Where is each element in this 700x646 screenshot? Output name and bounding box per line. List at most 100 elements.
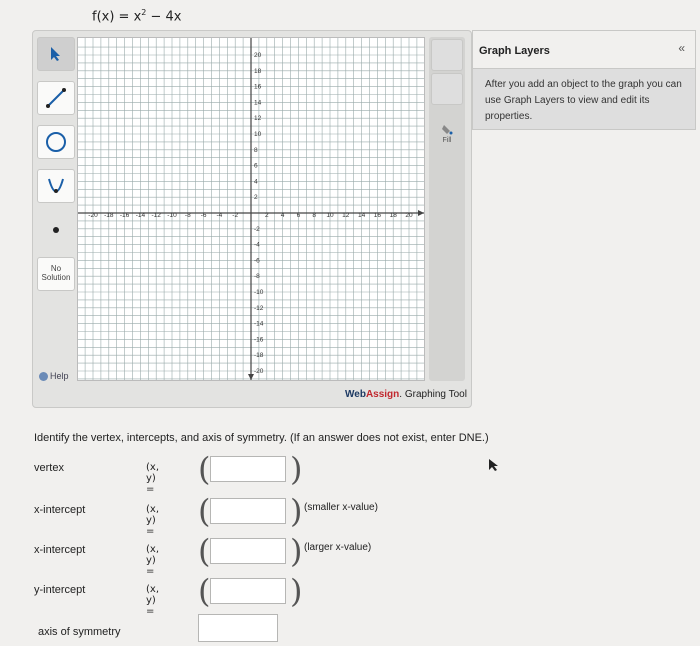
brand-assign: Assign xyxy=(365,389,400,400)
webassign-brand: WebAssign. Graphing Tool xyxy=(345,389,467,400)
function-rhs: − 4x xyxy=(146,9,182,25)
axis-of-symmetry-label: axis of symmetry xyxy=(38,626,121,638)
y-tick-label: -2 xyxy=(254,226,260,233)
vertex-input[interactable] xyxy=(210,456,286,482)
close-paren: ) xyxy=(290,492,303,530)
x-tick-label: 16 xyxy=(374,212,382,219)
x-tick-label: -10 xyxy=(167,212,177,219)
pointer-icon xyxy=(51,47,60,61)
xy-equals: (x, y) = xyxy=(146,504,159,537)
function-title: f(x) = x2 − 4x xyxy=(92,8,181,24)
xy-equals: (x, y) = xyxy=(146,584,159,617)
left-toolbar: No Solution xyxy=(37,37,77,301)
y-tick-label: 12 xyxy=(254,115,262,122)
right-toolbar: Fill xyxy=(429,37,465,381)
x-tick-label: -12 xyxy=(151,212,161,219)
xy-equals: (x, y) = xyxy=(146,544,159,577)
y-tick-label: 8 xyxy=(254,147,258,154)
graph-layers-description: After you add an object to the graph you… xyxy=(485,79,682,122)
x-intercept-smaller-input[interactable] xyxy=(210,498,286,524)
cursor-icon xyxy=(489,459,498,471)
row-label: x-intercept xyxy=(34,504,86,516)
y-tick-label: -20 xyxy=(254,368,264,375)
y-tick-label: 6 xyxy=(254,163,258,170)
graph-layers-panel: Graph Layers « After you add an object t… xyxy=(472,30,696,130)
graphing-tool: No Solution Help -20 -18 -16 -14 -12 -10 -8 -6-… xyxy=(32,30,472,408)
x-tick-label: 20 xyxy=(405,212,413,219)
x-tick-label: 10 xyxy=(326,212,334,219)
y-tick-label: 2 xyxy=(254,194,258,201)
row-note: (smaller x-value) xyxy=(304,502,378,513)
y-tick-label: 4 xyxy=(254,178,258,185)
x-tick-label: 6 xyxy=(297,212,301,219)
x-tick-label: -6 xyxy=(201,212,207,219)
delete-all-button[interactable] xyxy=(431,73,463,105)
close-paren: ) xyxy=(290,572,303,610)
help-link[interactable]: Help xyxy=(39,371,69,381)
x-tick-label: -16 xyxy=(120,212,130,219)
fill-button[interactable]: Fill xyxy=(435,123,459,144)
circle-icon xyxy=(46,132,66,152)
x-tick-label: 8 xyxy=(312,212,316,219)
function-lhs: f(x) = x xyxy=(92,9,142,25)
line-tool-button[interactable] xyxy=(37,81,75,115)
open-paren: ( xyxy=(198,572,211,610)
line-segment-icon xyxy=(46,88,66,108)
open-paren: ( xyxy=(198,532,211,570)
delete-tool-button[interactable] xyxy=(431,39,463,71)
x-tick-label: -20 xyxy=(88,212,98,219)
circle-tool-button[interactable] xyxy=(37,125,75,159)
graph-grid[interactable]: -20 -18 -16 -14 -12 -10 -8 -6 -4 -2 2 4 6 8 10 12 14 16 18… xyxy=(78,38,424,380)
x-axis-arrow xyxy=(418,210,424,216)
parabola-tool-button[interactable] xyxy=(37,169,75,203)
graph-canvas[interactable]: -20 -18 -16 -14 -12 -10 -8 -6 -4 -2 2 4 6 8 10 12 14 16 18… xyxy=(77,37,425,381)
pointer-tool-button[interactable] xyxy=(37,37,75,71)
y-tick-label: -12 xyxy=(254,305,264,312)
x-tick-label: -2 xyxy=(232,212,238,219)
no-solution-button[interactable]: No Solution xyxy=(37,257,75,291)
row-note: (larger x-value) xyxy=(304,542,372,553)
open-paren: ( xyxy=(198,450,211,488)
help-icon xyxy=(39,371,48,381)
x-tick-label: -4 xyxy=(217,212,223,219)
question-text: Identify the vertex, intercepts, and axi… xyxy=(34,432,489,444)
y-tick-label: -14 xyxy=(254,321,264,328)
x-tick-label: 12 xyxy=(342,212,350,219)
x-tick-label: 2 xyxy=(265,212,269,219)
close-paren: ) xyxy=(290,532,303,570)
point-tool-button[interactable] xyxy=(37,213,75,247)
y-tick-label: -18 xyxy=(254,352,264,359)
row-label: y-intercept xyxy=(34,584,86,596)
graph-layers-title: Graph Layers xyxy=(473,31,695,69)
y-intercept-input[interactable] xyxy=(210,578,286,604)
no-solution-label: No Solution xyxy=(41,264,71,282)
y-tick-label: -6 xyxy=(254,257,260,264)
y-tick-label: -10 xyxy=(254,289,264,296)
y-tick-label: -16 xyxy=(254,336,264,343)
row-label: vertex xyxy=(34,462,64,474)
collapse-button[interactable]: « xyxy=(678,41,685,55)
open-paren: ( xyxy=(198,492,211,530)
brand-suffix: . Graphing Tool xyxy=(399,389,467,400)
x-tick-label: -14 xyxy=(136,212,146,219)
x-tick-label: 4 xyxy=(281,212,285,219)
x-intercept-larger-input[interactable] xyxy=(210,538,286,564)
y-tick-label: -8 xyxy=(254,273,260,280)
y-tick-label: 20 xyxy=(254,52,262,59)
help-label: Help xyxy=(50,371,69,381)
x-tick-label: -8 xyxy=(185,212,191,219)
y-tick-label: 18 xyxy=(254,68,262,75)
brand-web: Web xyxy=(345,389,366,400)
y-tick-label: 14 xyxy=(254,99,262,106)
parabola-icon xyxy=(48,178,64,193)
y-tick-label: 10 xyxy=(254,131,262,138)
axis-of-symmetry-input[interactable] xyxy=(198,614,278,642)
y-tick-label: 16 xyxy=(254,84,262,91)
y-tick-label: -4 xyxy=(254,242,260,249)
close-paren: ) xyxy=(290,450,303,488)
x-tick-label: -18 xyxy=(104,212,114,219)
row-label: x-intercept xyxy=(34,544,86,556)
fill-bucket-icon xyxy=(442,125,453,135)
x-tick-label: 18 xyxy=(390,212,398,219)
fill-label: Fill xyxy=(442,137,452,144)
